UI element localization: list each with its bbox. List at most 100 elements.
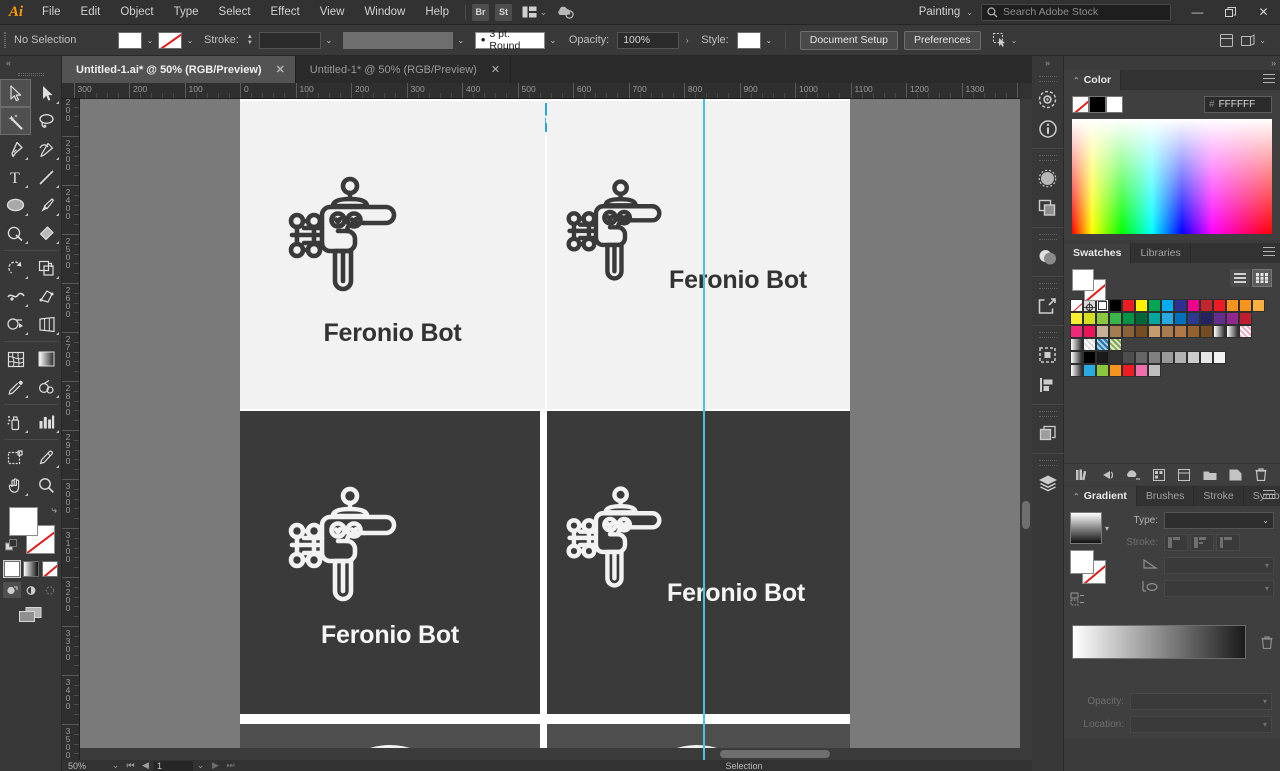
pathfinder-icon[interactable] — [1032, 193, 1064, 223]
document-tab-1[interactable]: Untitled-1* @ 50% (RGB/Preview) ✕ — [296, 56, 512, 83]
bridge-button[interactable]: Br — [472, 3, 489, 21]
fill-color-swatch[interactable] — [118, 31, 142, 49]
dock-drag-handle[interactable] — [1038, 155, 1057, 161]
stroke-profile-caret-icon[interactable]: ⌄ — [453, 32, 469, 49]
swatch[interactable] — [1083, 325, 1096, 338]
swatch[interactable] — [1096, 364, 1109, 377]
swatch[interactable] — [1083, 312, 1096, 325]
swatch[interactable] — [1070, 351, 1083, 364]
draw-inside-button[interactable] — [41, 582, 59, 598]
swatch[interactable] — [1109, 338, 1122, 351]
fill-caret-icon[interactable]: ⌄ — [142, 32, 158, 49]
minimize-button[interactable]: — — [1181, 0, 1214, 25]
shape-builder-tool[interactable] — [0, 310, 31, 338]
color-mode-button[interactable] — [3, 561, 20, 577]
swatch[interactable] — [1226, 325, 1239, 338]
none-color-chip[interactable] — [1072, 96, 1089, 113]
tab-brushes[interactable]: Brushes — [1137, 486, 1195, 506]
swatch[interactable] — [1161, 325, 1174, 338]
logo-mark[interactable] — [559, 176, 669, 284]
swatch[interactable] — [1148, 299, 1161, 312]
color-spectrum[interactable] — [1072, 119, 1272, 234]
reverse-gradient-icon[interactable] — [1070, 592, 1112, 611]
menu-window[interactable]: Window — [354, 0, 415, 25]
new-folder-icon[interactable] — [1200, 466, 1220, 484]
arrange-icon[interactable] — [1215, 28, 1237, 53]
asset-export-icon[interactable] — [1032, 419, 1064, 449]
horizontal-scroll-thumb[interactable] — [720, 750, 830, 758]
menu-file[interactable]: File — [32, 0, 71, 25]
swatch[interactable] — [1109, 351, 1122, 364]
gradient-slider[interactable] — [1072, 625, 1246, 659]
swatch[interactable] — [1135, 325, 1148, 338]
arrange-caret-icon[interactable]: ⌄ — [540, 8, 547, 17]
dock-drag-handle[interactable] — [1038, 411, 1057, 417]
swatch[interactable] — [1213, 325, 1226, 338]
symbol-sprayer-tool[interactable] — [0, 408, 31, 436]
close-icon[interactable]: ✕ — [276, 63, 285, 76]
swatch[interactable] — [1096, 351, 1109, 364]
shaper-tool[interactable] — [0, 219, 31, 247]
swatch[interactable] — [1148, 325, 1161, 338]
stroke-weight-stepper[interactable]: ▲ ▼ — [247, 34, 257, 46]
panel-menu-icon[interactable] — [1263, 247, 1275, 259]
swatch[interactable] — [1122, 364, 1135, 377]
panel-menu-icon[interactable] — [1263, 490, 1275, 502]
zoom-level[interactable]: 50% — [62, 761, 108, 771]
swatch[interactable] — [1096, 312, 1109, 325]
swatch[interactable] — [1187, 325, 1200, 338]
zoom-caret-icon[interactable]: ⌄ — [108, 760, 123, 771]
menu-edit[interactable]: Edit — [71, 0, 111, 25]
lasso-tool[interactable] — [31, 107, 62, 135]
arrange-documents-icon[interactable] — [518, 0, 540, 25]
canvas-area[interactable]: Black And White — [80, 99, 1020, 760]
next-artboard-button[interactable]: ▶ — [208, 760, 223, 771]
close-icon[interactable]: ✕ — [491, 63, 500, 76]
panels-collapse-icon[interactable]: » — [1271, 58, 1276, 68]
opacity-field[interactable]: 100% — [617, 31, 680, 49]
ellipse-tool[interactable] — [0, 191, 31, 219]
stroke-profile-field[interactable] — [342, 31, 453, 49]
dock-drag-handle[interactable] — [1038, 332, 1057, 338]
swatch[interactable] — [1109, 299, 1122, 312]
color-group-icon[interactable] — [1098, 466, 1118, 484]
first-artboard-button[interactable]: ⏮ — [123, 760, 138, 771]
menu-object[interactable]: Object — [110, 0, 163, 25]
type-tool[interactable]: T — [0, 163, 31, 191]
gradient-angle-field[interactable]: ▾ — [1164, 556, 1274, 574]
swatch[interactable] — [1174, 351, 1187, 364]
close-button[interactable]: ✕ — [1247, 0, 1280, 25]
swatch[interactable] — [1070, 338, 1083, 351]
swatch[interactable] — [1122, 299, 1135, 312]
none-mode-button[interactable] — [41, 561, 58, 577]
dock-drag-handle[interactable] — [1038, 76, 1057, 82]
mesh-tool[interactable] — [0, 345, 31, 373]
white-color-chip[interactable] — [1106, 96, 1123, 113]
rotate-tool[interactable] — [0, 254, 31, 282]
brush-definition-field[interactable]: • 3 pt. Round — [474, 28, 545, 52]
swatch[interactable] — [1109, 312, 1122, 325]
workspace-switcher[interactable]: Painting — [913, 6, 967, 18]
graphic-style-swatch[interactable] — [736, 31, 761, 49]
document-setup-button[interactable]: Document Setup — [799, 30, 898, 50]
artboard-number-field[interactable]: 1 — [153, 760, 193, 771]
swatch[interactable] — [1135, 351, 1148, 364]
swatch[interactable] — [1096, 325, 1109, 338]
gradient-location-field[interactable]: ▾ — [1130, 716, 1272, 733]
previous-artboard-button[interactable]: ◀ — [138, 760, 153, 771]
swatch[interactable] — [1135, 312, 1148, 325]
gradient-fill-box[interactable] — [1070, 550, 1094, 574]
search-input[interactable]: Search Adobe Stock — [981, 3, 1171, 21]
curvature-tool[interactable] — [31, 135, 62, 163]
swatch[interactable] — [1252, 299, 1265, 312]
draw-behind-button[interactable] — [22, 582, 40, 598]
preferences-button[interactable]: Preferences — [903, 30, 981, 50]
column-graph-tool[interactable] — [31, 408, 62, 436]
swatch[interactable] — [1070, 312, 1083, 325]
menu-select[interactable]: Select — [209, 0, 261, 25]
list-view-icon[interactable] — [1230, 269, 1250, 287]
zoom-tool[interactable] — [31, 471, 62, 499]
menu-help[interactable]: Help — [415, 0, 459, 25]
direct-selection-tool[interactable] — [31, 79, 62, 107]
artboards-icon[interactable] — [1032, 340, 1064, 370]
